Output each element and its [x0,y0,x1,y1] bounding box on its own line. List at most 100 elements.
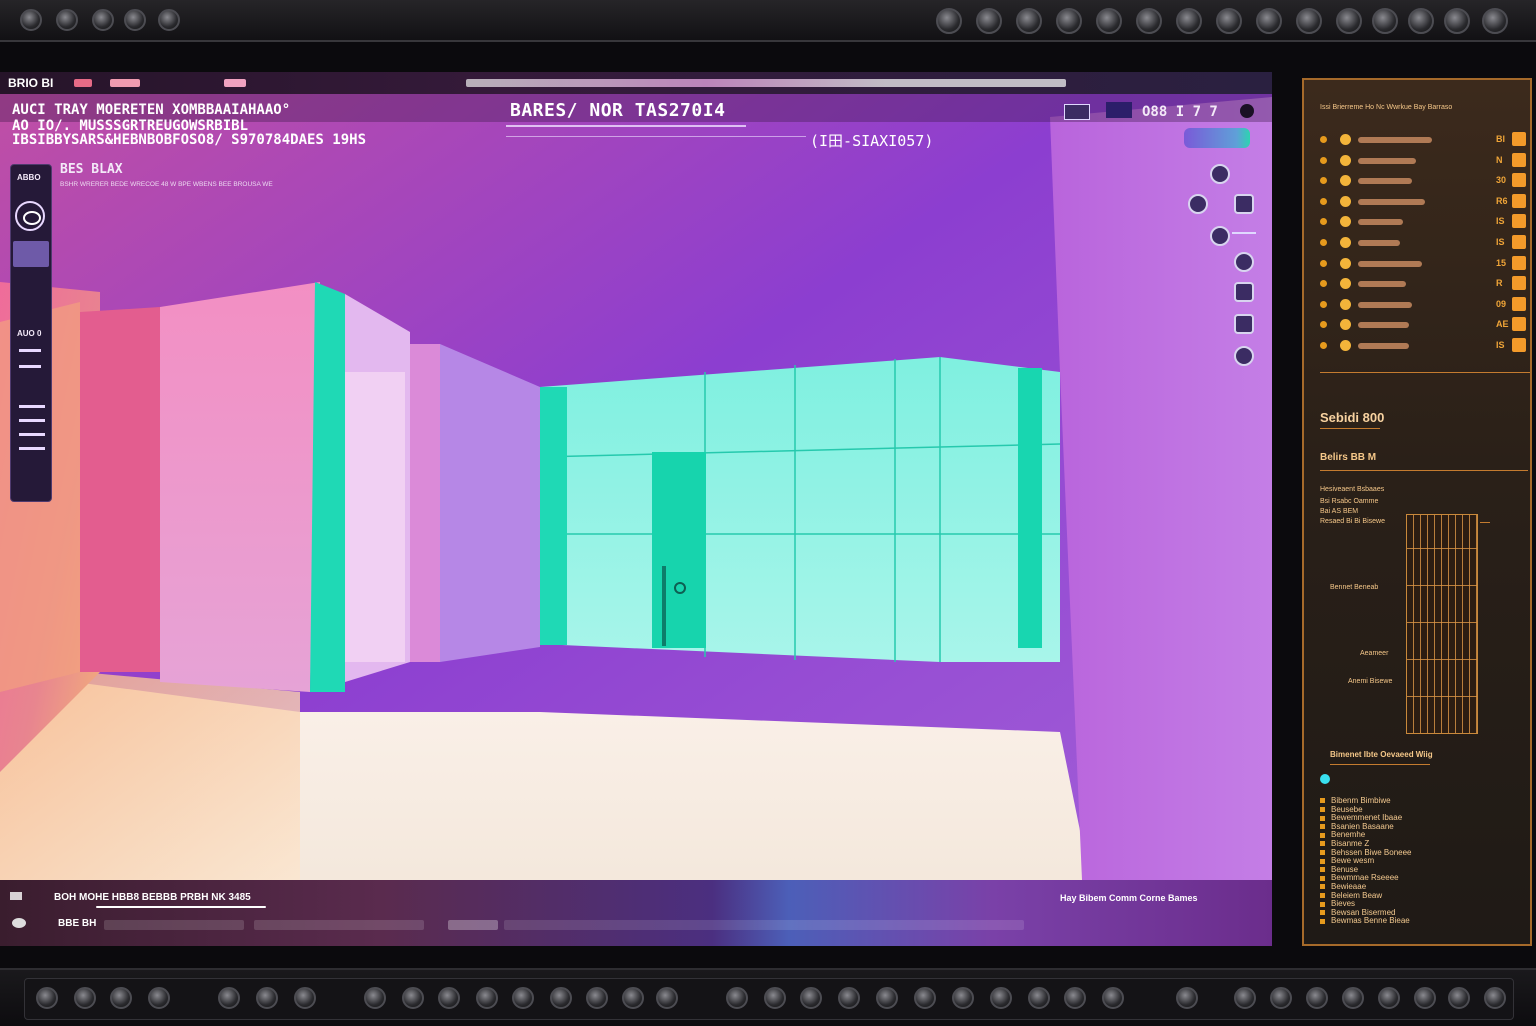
slider-track[interactable] [1358,240,1400,246]
slider-track[interactable] [1358,219,1403,226]
bezel-knob-icon[interactable] [158,9,180,31]
color-swatch[interactable] [1512,132,1526,146]
bezel-knob-icon[interactable] [294,987,316,1009]
slider-handle[interactable] [1340,216,1351,228]
bezel-knob-icon[interactable] [622,987,644,1009]
bezel-knob-icon[interactable] [1306,987,1328,1009]
bezel-dial-icon[interactable] [1056,8,1082,34]
bezel-knob-icon[interactable] [148,987,170,1009]
color-swatch[interactable] [1512,214,1526,229]
bezel-knob-icon[interactable] [1176,987,1198,1009]
camera-icon[interactable] [1210,164,1230,184]
bezel-knob-icon[interactable] [364,987,386,1009]
bezel-dial-icon[interactable] [1016,8,1042,34]
slider-row[interactable]: R [1320,276,1530,291]
bezel-knob-icon[interactable] [1484,987,1506,1009]
slider-row[interactable]: 30 [1320,173,1530,188]
slider-track[interactable] [1358,198,1425,205]
color-swatch[interactable] [1512,193,1526,208]
toggle-button[interactable] [1064,104,1090,120]
timeline-track[interactable] [504,920,1024,930]
target-icon[interactable] [1234,346,1254,366]
bezel-knob-icon[interactable] [92,9,114,31]
bezel-knob-icon[interactable] [476,987,498,1009]
slider-track[interactable] [1358,281,1406,288]
bezel-dial-icon[interactable] [1176,8,1202,34]
bezel-knob-icon[interactable] [110,987,132,1009]
bezel-dial-icon[interactable] [1372,8,1398,34]
mode-button[interactable] [1106,102,1132,118]
bezel-knob-icon[interactable] [438,987,460,1009]
settings-icon[interactable] [1234,252,1254,272]
bezel-knob-icon[interactable] [990,987,1012,1009]
slider-handle[interactable] [1340,278,1351,290]
slider-row[interactable]: IS [1320,214,1530,229]
slider-row[interactable]: N [1320,152,1530,167]
slider-handle[interactable] [1340,237,1351,248]
orbit-icon[interactable] [1188,194,1208,214]
bezel-knob-icon[interactable] [20,9,42,31]
slider-track[interactable] [1358,178,1412,185]
slider-handle[interactable] [1340,154,1351,166]
timeline-track[interactable] [254,920,424,930]
play-icon[interactable] [10,892,22,900]
color-swatch[interactable] [1512,296,1526,311]
titlebar-tab[interactable] [74,79,92,87]
timeline-icon[interactable] [12,918,26,928]
color-swatch[interactable] [1512,255,1526,270]
slider-row[interactable]: IS [1320,338,1530,352]
bezel-knob-icon[interactable] [256,987,278,1009]
slider-row[interactable]: 15 [1320,255,1530,270]
bezel-knob-icon[interactable] [764,987,786,1009]
titlebar-tab[interactable] [224,79,246,87]
slider-handle[interactable] [1340,175,1351,187]
bezel-knob-icon[interactable] [586,987,608,1009]
record-icon[interactable] [15,201,45,231]
bezel-knob-icon[interactable] [1028,987,1050,1009]
color-swatch[interactable] [1512,276,1526,291]
slider-row[interactable]: AE [1320,317,1530,332]
slider-handle[interactable] [1340,340,1351,351]
color-swatch[interactable] [1512,338,1526,352]
timeline-track[interactable] [448,920,498,930]
bezel-dial-icon[interactable] [976,8,1002,34]
bezel-knob-icon[interactable] [800,987,822,1009]
color-swatch[interactable] [1512,317,1526,332]
bezel-knob-icon[interactable] [876,987,898,1009]
bezel-knob-icon[interactable] [1342,987,1364,1009]
legend-item[interactable]: Bewmas Benne Bieae [1320,916,1410,926]
slider-track[interactable] [1358,260,1422,267]
bezel-knob-icon[interactable] [74,987,96,1009]
bezel-knob-icon[interactable] [402,987,424,1009]
slider-track[interactable] [1358,137,1432,143]
bezel-knob-icon[interactable] [56,9,78,31]
bezel-knob-icon[interactable] [1270,987,1292,1009]
slider-track[interactable] [1358,301,1412,308]
view-switch[interactable] [1184,128,1250,148]
color-swatch[interactable] [1512,235,1526,249]
slider-handle[interactable] [1340,195,1351,207]
layer-swatch[interactable] [13,241,49,267]
bezel-knob-icon[interactable] [124,9,146,31]
bezel-knob-icon[interactable] [914,987,936,1009]
slider-handle[interactable] [1340,257,1351,269]
bezel-dial-icon[interactable] [1408,8,1434,34]
slider-track[interactable] [1358,157,1416,164]
color-swatch[interactable] [1512,173,1526,188]
slider-row[interactable]: Bl [1320,132,1530,146]
color-swatch[interactable] [1512,152,1526,167]
bezel-dial-icon[interactable] [1096,8,1122,34]
slider-track[interactable] [1358,343,1409,349]
bezel-dial-icon[interactable] [1256,8,1282,34]
bezel-knob-icon[interactable] [726,987,748,1009]
slider-handle[interactable] [1340,319,1351,331]
bezel-knob-icon[interactable] [1448,987,1470,1009]
bezel-knob-icon[interactable] [656,987,678,1009]
bezel-dial-icon[interactable] [1216,8,1242,34]
move-icon[interactable] [1234,282,1254,302]
bezel-dial-icon[interactable] [1136,8,1162,34]
bezel-knob-icon[interactable] [1414,987,1436,1009]
frame-icon[interactable] [1234,194,1254,214]
bezel-knob-icon[interactable] [1064,987,1086,1009]
slider-row[interactable]: 09 [1320,296,1530,311]
